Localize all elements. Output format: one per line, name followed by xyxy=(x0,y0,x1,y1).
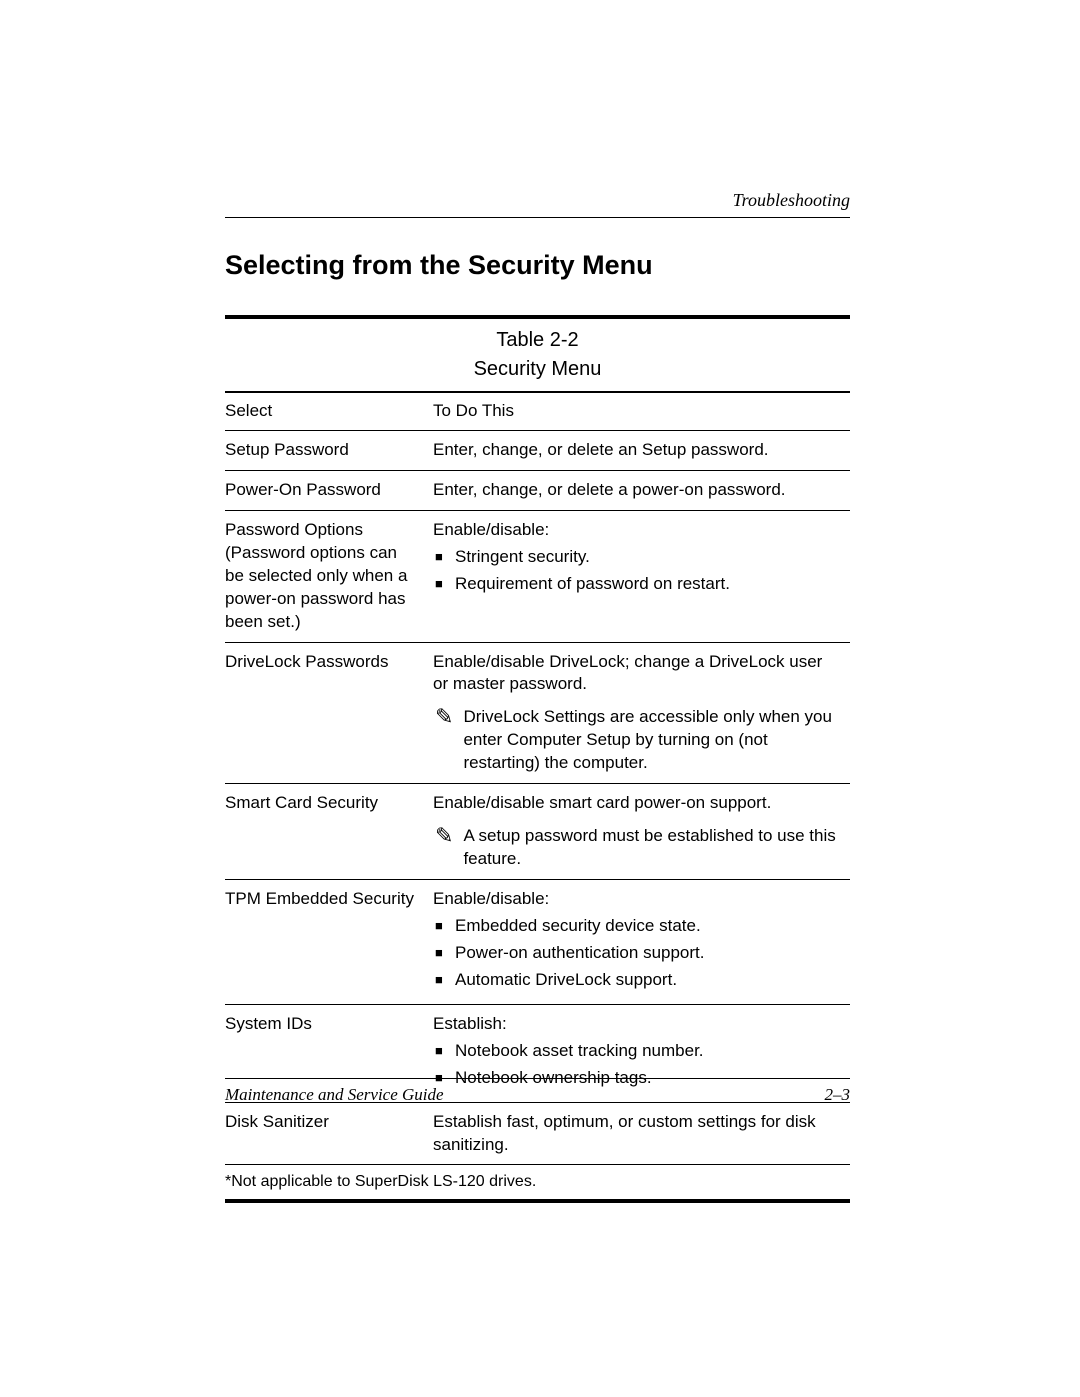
table-title: Security Menu xyxy=(225,354,850,393)
section-title: Selecting from the Security Menu xyxy=(225,250,850,281)
note-text: A setup password must be established to … xyxy=(463,825,842,871)
list-item: Automatic DriveLock support. xyxy=(433,969,842,992)
chapter-header: Troubleshooting xyxy=(225,190,850,218)
intro-text: Establish: xyxy=(433,1014,507,1033)
footer-left: Maintenance and Service Guide xyxy=(225,1085,444,1105)
cell-select: Power-On Password xyxy=(225,470,433,510)
table-row: TPM Embedded Security Enable/disable: Em… xyxy=(225,880,850,1005)
desc-text: Enable/disable DriveLock; change a Drive… xyxy=(433,652,822,694)
note: ✎ DriveLock Settings are accessible only… xyxy=(433,706,842,775)
cell-desc: Enable/disable DriveLock; change a Drive… xyxy=(433,642,850,784)
cell-select: Disk Sanitizer xyxy=(225,1102,433,1165)
table-footnote: *Not applicable to SuperDisk LS-120 driv… xyxy=(225,1165,850,1201)
footer-right: 2–3 xyxy=(825,1085,851,1105)
cell-select: TPM Embedded Security xyxy=(225,880,433,1005)
list-item: Embedded security device state. xyxy=(433,915,842,938)
intro-text: Enable/disable: xyxy=(433,889,549,908)
table-footnote-row: *Not applicable to SuperDisk LS-120 driv… xyxy=(225,1165,850,1201)
cell-select: DriveLock Passwords xyxy=(225,642,433,784)
table-header-row: Select To Do This xyxy=(225,393,850,430)
table-row: Smart Card Security Enable/disable smart… xyxy=(225,784,850,880)
note-text: DriveLock Settings are accessible only w… xyxy=(463,706,842,775)
list-item: Stringent security. xyxy=(433,546,842,569)
page-footer: Maintenance and Service Guide 2–3 xyxy=(225,1078,850,1105)
col-header-select: Select xyxy=(225,393,433,430)
cell-select: Setup Password xyxy=(225,430,433,470)
table-caption: Table 2-2 xyxy=(225,319,850,354)
intro-text: Enable/disable: xyxy=(433,520,549,539)
cell-desc: Enable/disable: Embedded security device… xyxy=(433,880,850,1005)
cell-desc: Enable/disable: Stringent security. Requ… xyxy=(433,510,850,642)
page: Troubleshooting Selecting from the Secur… xyxy=(0,0,1080,1203)
note-icon: ✎ xyxy=(435,825,453,847)
cell-desc: Enter, change, or delete a power-on pass… xyxy=(433,470,850,510)
table-row: Setup Password Enter, change, or delete … xyxy=(225,430,850,470)
cell-select: Smart Card Security xyxy=(225,784,433,880)
desc-text: Enable/disable smart card power-on suppo… xyxy=(433,793,771,812)
table-row: Power-On Password Enter, change, or dele… xyxy=(225,470,850,510)
table-row: Disk Sanitizer Establish fast, optimum, … xyxy=(225,1102,850,1165)
cell-desc: Enable/disable smart card power-on suppo… xyxy=(433,784,850,880)
note: ✎ A setup password must be established t… xyxy=(433,825,842,871)
security-menu-table: Table 2-2 Security Menu Select To Do Thi… xyxy=(225,315,850,1203)
list-item: Notebook asset tracking number. xyxy=(433,1040,842,1063)
list-item: Power-on authentication support. xyxy=(433,942,842,965)
cell-desc: Enter, change, or delete an Setup passwo… xyxy=(433,430,850,470)
table-row: Password Options (Password options can b… xyxy=(225,510,850,642)
list-item: Requirement of password on restart. xyxy=(433,573,842,596)
note-icon: ✎ xyxy=(435,706,453,728)
table-row: DriveLock Passwords Enable/disable Drive… xyxy=(225,642,850,784)
cell-select: Password Options (Password options can b… xyxy=(225,510,433,642)
cell-desc: Establish fast, optimum, or custom setti… xyxy=(433,1102,850,1165)
col-header-todo: To Do This xyxy=(433,393,850,430)
